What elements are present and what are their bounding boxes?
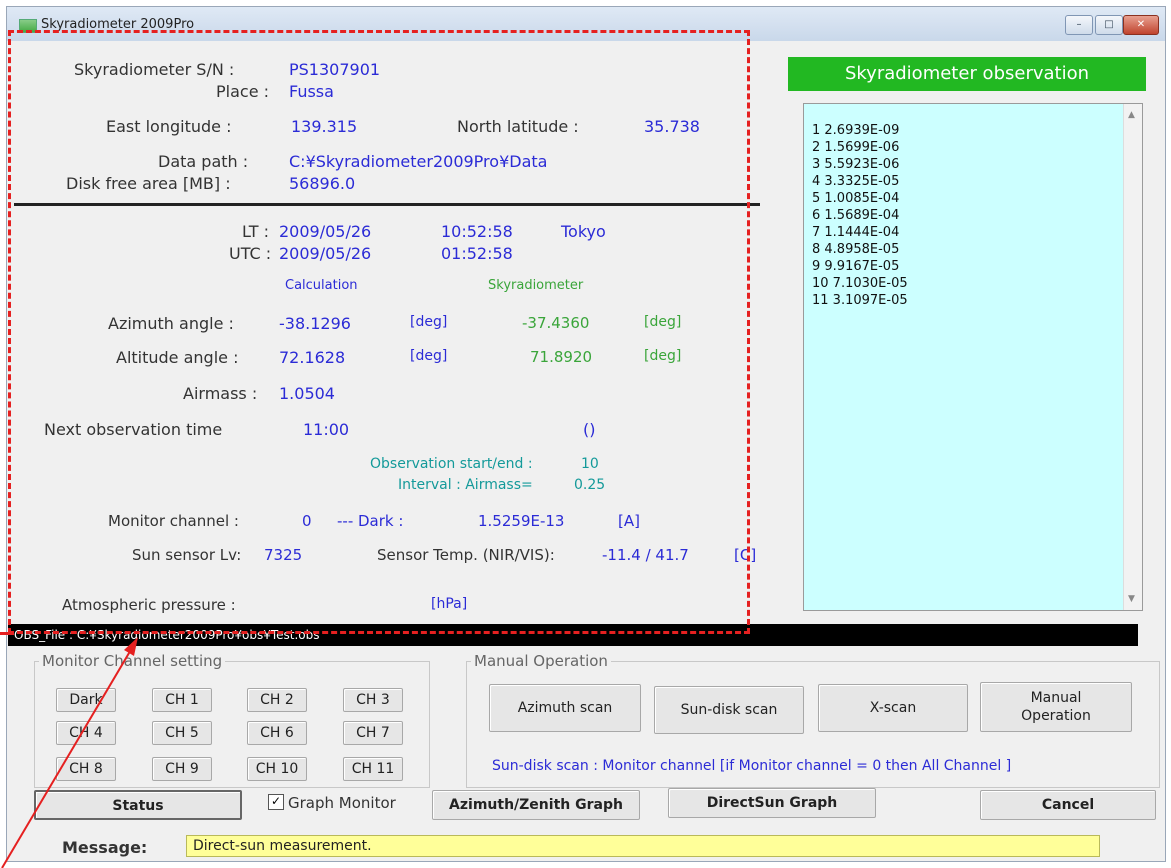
list-item: 4 3.3325E-05 xyxy=(812,174,900,189)
list-item: 5 1.0085E-04 xyxy=(812,191,900,206)
manual-operation-button[interactable]: Manual Operation xyxy=(980,682,1132,732)
channel-3-button[interactable]: CH 3 xyxy=(343,688,403,712)
status-button[interactable]: Status xyxy=(34,790,242,820)
list-item: 1 2.6939E-09 xyxy=(812,123,900,138)
channel-1-button[interactable]: CH 1 xyxy=(152,688,212,712)
list-item: 3 5.5923E-06 xyxy=(812,157,900,172)
list-item: 9 9.9167E-05 xyxy=(812,259,900,274)
channel-7-button[interactable]: CH 7 xyxy=(343,721,403,745)
x-scan-button[interactable]: X-scan xyxy=(818,684,968,732)
cancel-button[interactable]: Cancel xyxy=(980,790,1156,820)
sun-disk-scan-button[interactable]: Sun-disk scan xyxy=(654,686,804,734)
azimuth-zenith-graph-button[interactable]: Azimuth/Zenith Graph xyxy=(432,790,640,820)
channel-2-button[interactable]: CH 2 xyxy=(247,688,307,712)
azimuth-scan-button[interactable]: Azimuth scan xyxy=(489,684,641,732)
list-item: 6 1.5689E-04 xyxy=(812,208,900,223)
directsun-graph-button[interactable]: DirectSun Graph xyxy=(668,788,876,818)
list-item: 7 1.1444E-04 xyxy=(812,225,900,240)
scroll-up-icon[interactable]: ▲ xyxy=(1128,110,1135,120)
list-item: 8 4.8958E-05 xyxy=(812,242,900,257)
annotation-dashed-box xyxy=(8,30,750,634)
channel-10-button[interactable]: CH 10 xyxy=(247,757,307,781)
annotation-dash xyxy=(0,632,14,635)
manual-operation-legend: Manual Operation xyxy=(474,652,608,670)
manual-operation-line2: Operation xyxy=(1021,708,1091,724)
message-label: Message: xyxy=(62,838,148,857)
maximize-button[interactable]: □ xyxy=(1095,15,1123,35)
scroll-down-icon[interactable]: ▼ xyxy=(1128,594,1135,604)
sun-disk-scan-note: Sun-disk scan : Monitor channel [if Moni… xyxy=(492,758,1012,774)
manual-operation-line1: Manual xyxy=(1030,690,1082,706)
channel-dark-button[interactable]: Dark xyxy=(56,688,116,712)
observation-list[interactable]: 1 2.6939E-09 2 1.5699E-06 3 5.5923E-06 4… xyxy=(803,103,1143,611)
observation-scrollbar[interactable]: ▲ ▼ xyxy=(1123,104,1142,610)
channel-9-button[interactable]: CH 9 xyxy=(152,757,212,781)
message-field: Direct-sun measurement. xyxy=(186,835,1100,857)
channel-5-button[interactable]: CH 5 xyxy=(152,721,212,745)
monitor-channel-legend: Monitor Channel setting xyxy=(42,652,223,670)
list-item: 10 7.1030E-05 xyxy=(812,276,908,291)
close-button[interactable]: ✕ xyxy=(1123,15,1159,35)
graph-monitor-checkbox[interactable]: ✓ xyxy=(268,794,284,810)
minimize-button[interactable]: – xyxy=(1065,15,1093,35)
list-item: 11 3.1097E-05 xyxy=(812,293,908,308)
observation-title: Skyradiometer observation xyxy=(788,57,1146,91)
graph-monitor-label: Graph Monitor xyxy=(288,794,396,812)
list-item: 2 1.5699E-06 xyxy=(812,140,900,155)
channel-11-button[interactable]: CH 11 xyxy=(343,757,403,781)
channel-6-button[interactable]: CH 6 xyxy=(247,721,307,745)
channel-8-button[interactable]: CH 8 xyxy=(56,757,116,781)
channel-4-button[interactable]: CH 4 xyxy=(56,721,116,745)
